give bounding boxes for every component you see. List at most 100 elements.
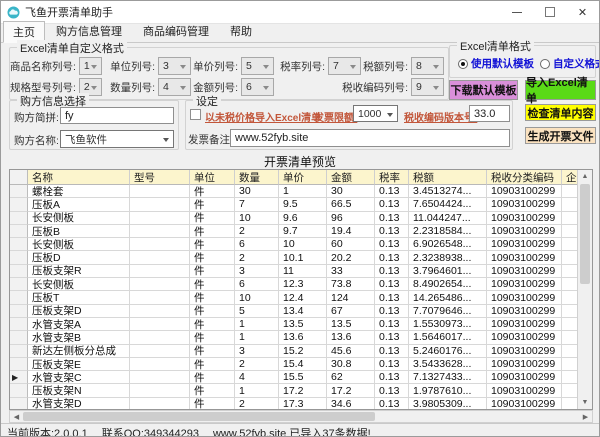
row-selector[interactable] xyxy=(10,291,28,304)
status-version: 当前版本:2.0.0.1 xyxy=(7,425,88,437)
tab-buyer-management[interactable]: 购方信息管理 xyxy=(46,20,132,42)
table-cell: 14.265486... xyxy=(409,291,487,304)
table-cell: 0.13 xyxy=(375,291,409,304)
row-selector[interactable] xyxy=(10,398,28,409)
pretax-checkbox-label[interactable]: 以未税价格导入Excel清单 xyxy=(205,109,321,124)
close-button[interactable]: ✕ xyxy=(566,1,599,23)
horizontal-scroll-thumb[interactable] xyxy=(23,412,375,421)
table-row[interactable]: 压板A件79.566.50.137.6504424...10903100299 xyxy=(10,198,577,211)
column-header[interactable]: 单价 xyxy=(279,170,327,185)
table-corner-cell[interactable] xyxy=(10,170,28,185)
table-cell: 10 xyxy=(235,212,279,225)
scroll-left-icon[interactable]: ◀ xyxy=(10,411,23,422)
table-header-row: 名称型号单位数量单价金额税率税额税收分类编码企业编码 xyxy=(10,170,577,185)
column-header[interactable]: 金额 xyxy=(327,170,375,185)
radio-default-template[interactable]: 使用默认模板 xyxy=(458,56,534,71)
download-template-button[interactable]: 下载默认模板 xyxy=(449,80,518,100)
table-cell xyxy=(130,265,190,278)
row-selector[interactable] xyxy=(10,212,28,225)
main-content: Excel清单自定义格式 商品名称列号: 1 单位列号: 3 单价列号: 5 税… xyxy=(1,43,599,423)
row-selector[interactable] xyxy=(10,251,28,264)
tax-code-version-label[interactable]: 税收编码版本号: xyxy=(404,109,477,124)
table-row[interactable]: 长安侧板件610600.136.9026548...10903100299 xyxy=(10,238,577,251)
row-selector[interactable] xyxy=(10,225,28,238)
column-header[interactable]: 名称 xyxy=(28,170,130,185)
row-selector[interactable]: ▶ xyxy=(10,371,28,384)
table-cell: 73.8 xyxy=(327,278,375,291)
table-row[interactable]: 压板B件29.719.40.132.2318584...10903100299 xyxy=(10,225,577,238)
minimize-button[interactable] xyxy=(500,1,533,23)
table-cell: 件 xyxy=(190,212,235,225)
column-header[interactable]: 型号 xyxy=(130,170,190,185)
table-row[interactable]: 水管支架D件217.334.60.133.9805309...109031002… xyxy=(10,398,577,409)
invoice-limit-select[interactable]: 1000 xyxy=(353,105,398,122)
vertical-scroll-thumb[interactable] xyxy=(580,184,590,284)
table-cell: 6 xyxy=(235,238,279,251)
invoice-limit-label[interactable]: 发票限额: xyxy=(314,109,357,124)
table-cell: 水管支架D xyxy=(28,398,130,409)
table-row[interactable]: 新达左侧板分总成件315.245.60.135.2460176...109031… xyxy=(10,345,577,358)
table-row[interactable]: 螺栓套件301300.133.4513274...10903100299 xyxy=(10,185,577,198)
table-row[interactable]: 压板支架N件117.217.20.131.9787610...109031002… xyxy=(10,384,577,397)
column-header[interactable]: 单位 xyxy=(190,170,235,185)
import-excel-button[interactable]: 导入Excel清单 xyxy=(525,80,596,100)
check-list-button[interactable]: 检查清单内容 xyxy=(525,104,596,121)
horizontal-scrollbar[interactable]: ◀ ▶ xyxy=(9,410,593,423)
row-selector[interactable] xyxy=(10,238,28,251)
tab-product-code-management[interactable]: 商品编码管理 xyxy=(133,20,219,42)
table-cell: 17.3 xyxy=(279,398,327,409)
table-cell xyxy=(562,278,577,291)
row-selector[interactable] xyxy=(10,331,28,344)
table-cell xyxy=(562,225,577,238)
scroll-down-icon[interactable]: ▼ xyxy=(578,396,592,409)
maximize-button[interactable] xyxy=(533,1,566,23)
table-row[interactable]: 压板支架E件215.430.80.133.5433628...109031002… xyxy=(10,358,577,371)
buyer-name-select[interactable]: 飞鱼软件 xyxy=(60,130,174,148)
table-cell: 3.5433628... xyxy=(409,358,487,371)
tab-help[interactable]: 帮助 xyxy=(220,20,262,42)
row-selector[interactable] xyxy=(10,384,28,397)
scroll-right-icon[interactable]: ▶ xyxy=(579,411,592,422)
table-cell: 67 xyxy=(327,305,375,318)
table-row[interactable]: 压板T件1012.41240.1314.265486...10903100299 xyxy=(10,291,577,304)
tax-code-version-input[interactable]: 33.0 xyxy=(469,105,510,122)
table-cell: 7.7079646... xyxy=(409,305,487,318)
row-selector[interactable] xyxy=(10,198,28,211)
table-row[interactable]: 长安侧板件612.373.80.138.4902654...1090310029… xyxy=(10,278,577,291)
table-row[interactable]: 水管支架A件113.513.50.131.5530973...109031002… xyxy=(10,318,577,331)
table-cell: 长安侧板 xyxy=(28,278,130,291)
table-cell xyxy=(562,212,577,225)
scroll-up-icon[interactable]: ▲ xyxy=(578,170,592,183)
table-row[interactable]: ▶水管支架C件415.5620.137.1327433...1090310029… xyxy=(10,371,577,384)
row-selector[interactable] xyxy=(10,305,28,318)
table-row[interactable]: 水管支架B件113.613.60.131.5646017...109031002… xyxy=(10,331,577,344)
table-row[interactable]: 压板支架D件513.4670.137.7079646...10903100299 xyxy=(10,305,577,318)
table-row[interactable]: 压板支架R件311330.133.7964601...10903100299 xyxy=(10,265,577,278)
table-row[interactable]: 压板D件210.120.20.132.3238938...10903100299 xyxy=(10,251,577,264)
row-selector[interactable] xyxy=(10,265,28,278)
table-cell: 0.13 xyxy=(375,185,409,198)
row-selector[interactable] xyxy=(10,318,28,331)
column-header[interactable]: 数量 xyxy=(235,170,279,185)
table-cell xyxy=(562,198,577,211)
table-cell: 62 xyxy=(327,371,375,384)
table-cell: 件 xyxy=(190,251,235,264)
table-row[interactable]: 长安侧板件109.6960.1311.044247...10903100299 xyxy=(10,212,577,225)
row-selector[interactable] xyxy=(10,278,28,291)
column-header[interactable]: 税率 xyxy=(375,170,409,185)
invoice-remark-input[interactable]: www.52fyb.site xyxy=(230,129,510,147)
column-header[interactable]: 企业编码 xyxy=(562,170,577,185)
generate-file-button[interactable]: 生成开票文件 xyxy=(525,127,596,144)
column-header[interactable]: 税额 xyxy=(409,170,487,185)
row-selector[interactable] xyxy=(10,345,28,358)
buyer-short-input[interactable]: fy xyxy=(60,107,174,124)
pretax-checkbox[interactable] xyxy=(190,109,201,120)
radio-custom-format[interactable]: 自定义格式 xyxy=(540,56,600,71)
row-selector[interactable] xyxy=(10,358,28,371)
status-import-info: www.52fyb.site 已导入37条数据! xyxy=(213,425,371,437)
table-cell: 10.1 xyxy=(279,251,327,264)
row-selector[interactable] xyxy=(10,185,28,198)
vertical-scrollbar[interactable]: ▲ ▼ xyxy=(577,170,592,409)
column-header[interactable]: 税收分类编码 xyxy=(487,170,562,185)
table-cell: 2.3238938... xyxy=(409,251,487,264)
